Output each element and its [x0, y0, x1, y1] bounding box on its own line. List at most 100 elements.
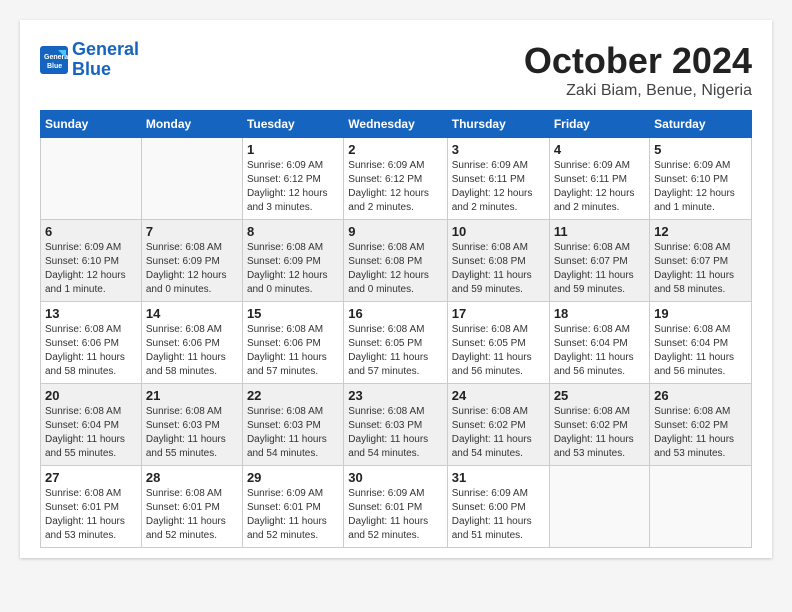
- day-info: Sunrise: 6:08 AM Sunset: 6:06 PM Dayligh…: [45, 323, 137, 379]
- week-row-5: 27 Sunrise: 6:08 AM Sunset: 6:01 PM Dayli…: [41, 466, 752, 548]
- weekday-header-tuesday: Tuesday: [242, 111, 343, 138]
- day-number: 6: [45, 224, 137, 239]
- calendar-cell: 11Sunrise: 6:08 AM Sunset: 6:07 PM Dayli…: [549, 220, 649, 302]
- day-info: Sunrise: 6:09 AM Sunset: 6:12 PM Dayligh…: [247, 159, 339, 215]
- day-number: 16: [348, 306, 442, 321]
- day-number: 28: [146, 470, 238, 485]
- day-info: Sunrise: 6:08 AM Sunset: 6:02 PM Dayligh…: [452, 405, 545, 461]
- day-info: Sunrise: 6:08 AM Sunset: 6:05 PM Dayligh…: [452, 323, 545, 379]
- logo-line2: Blue: [72, 59, 111, 79]
- calendar-cell: 19 Sunrise: 6:08 AM Sunset: 6:04 PM Dayli…: [650, 302, 752, 384]
- day-number: 5: [654, 142, 747, 157]
- week-row-4: 20Sunrise: 6:08 AM Sunset: 6:04 PM Dayli…: [41, 384, 752, 466]
- calendar-cell: 20Sunrise: 6:08 AM Sunset: 6:04 PM Dayli…: [41, 384, 142, 466]
- logo-text: General Blue: [72, 40, 139, 80]
- calendar-cell: 21 Sunrise: 6:08 AM Sunset: 6:03 PM Dayli…: [141, 384, 242, 466]
- day-info: Sunrise: 6:08 AM Sunset: 6:03 PM Dayligh…: [247, 405, 339, 461]
- calendar-cell: 1 Sunrise: 6:09 AM Sunset: 6:12 PM Daylig…: [242, 138, 343, 220]
- logo: General Blue General Blue: [40, 40, 139, 80]
- calendar-cell: 17 Sunrise: 6:08 AM Sunset: 6:05 PM Dayli…: [447, 302, 549, 384]
- day-number: 29: [247, 470, 339, 485]
- day-number: 26: [654, 388, 747, 403]
- day-number: 21: [146, 388, 238, 403]
- calendar-cell: 9 Sunrise: 6:08 AM Sunset: 6:08 PM Daylig…: [344, 220, 447, 302]
- day-info: Sunrise: 6:09 AM Sunset: 6:01 PM Dayligh…: [348, 487, 442, 543]
- day-number: 2: [348, 142, 442, 157]
- week-row-1: 1 Sunrise: 6:09 AM Sunset: 6:12 PM Daylig…: [41, 138, 752, 220]
- day-number: 3: [452, 142, 545, 157]
- calendar-cell: 4 Sunrise: 6:09 AM Sunset: 6:11 PM Daylig…: [549, 138, 649, 220]
- calendar-cell: 24 Sunrise: 6:08 AM Sunset: 6:02 PM Dayli…: [447, 384, 549, 466]
- day-info: Sunrise: 6:08 AM Sunset: 6:02 PM Dayligh…: [554, 405, 645, 461]
- location: Zaki Biam, Benue, Nigeria: [524, 82, 752, 100]
- day-info: Sunrise: 6:08 AM Sunset: 6:08 PM Dayligh…: [348, 241, 442, 297]
- calendar-cell: 10 Sunrise: 6:08 AM Sunset: 6:08 PM Dayli…: [447, 220, 549, 302]
- weekday-header-monday: Monday: [141, 111, 242, 138]
- day-info: Sunrise: 6:09 AM Sunset: 6:10 PM Dayligh…: [45, 241, 137, 297]
- weekday-header-wednesday: Wednesday: [344, 111, 447, 138]
- calendar-cell: 23Sunrise: 6:08 AM Sunset: 6:03 PM Dayli…: [344, 384, 447, 466]
- calendar-cell: 18Sunrise: 6:08 AM Sunset: 6:04 PM Dayli…: [549, 302, 649, 384]
- day-info: Sunrise: 6:08 AM Sunset: 6:03 PM Dayligh…: [146, 405, 238, 461]
- day-number: 12: [654, 224, 747, 239]
- week-row-2: 6 Sunrise: 6:09 AM Sunset: 6:10 PM Daylig…: [41, 220, 752, 302]
- weekday-header-saturday: Saturday: [650, 111, 752, 138]
- calendar-cell: 8Sunrise: 6:08 AM Sunset: 6:09 PM Daylig…: [242, 220, 343, 302]
- calendar-cell: [141, 138, 242, 220]
- weekday-header-row: SundayMondayTuesdayWednesdayThursdayFrid…: [41, 111, 752, 138]
- day-number: 15: [247, 306, 339, 321]
- day-info: Sunrise: 6:08 AM Sunset: 6:06 PM Dayligh…: [146, 323, 238, 379]
- day-number: 24: [452, 388, 545, 403]
- calendar-cell: 22 Sunrise: 6:08 AM Sunset: 6:03 PM Dayli…: [242, 384, 343, 466]
- day-number: 7: [146, 224, 238, 239]
- day-info: Sunrise: 6:09 AM Sunset: 6:11 PM Dayligh…: [452, 159, 545, 215]
- week-row-3: 13 Sunrise: 6:08 AM Sunset: 6:06 PM Dayli…: [41, 302, 752, 384]
- day-number: 1: [247, 142, 339, 157]
- calendar-cell: 31Sunrise: 6:09 AM Sunset: 6:00 PM Dayli…: [447, 466, 549, 548]
- calendar-cell: 13 Sunrise: 6:08 AM Sunset: 6:06 PM Dayli…: [41, 302, 142, 384]
- calendar-cell: 12 Sunrise: 6:08 AM Sunset: 6:07 PM Dayli…: [650, 220, 752, 302]
- page: General Blue General Blue October 2024 Z…: [20, 20, 772, 558]
- day-number: 10: [452, 224, 545, 239]
- month-title: October 2024: [524, 40, 752, 82]
- day-info: Sunrise: 6:09 AM Sunset: 6:01 PM Dayligh…: [247, 487, 339, 543]
- calendar-cell: 27 Sunrise: 6:08 AM Sunset: 6:01 PM Dayli…: [41, 466, 142, 548]
- day-info: Sunrise: 6:08 AM Sunset: 6:04 PM Dayligh…: [654, 323, 747, 379]
- day-number: 4: [554, 142, 645, 157]
- calendar-table: SundayMondayTuesdayWednesdayThursdayFrid…: [40, 110, 752, 548]
- calendar-cell: [549, 466, 649, 548]
- day-info: Sunrise: 6:08 AM Sunset: 6:08 PM Dayligh…: [452, 241, 545, 297]
- header: General Blue General Blue October 2024 Z…: [40, 40, 752, 100]
- calendar-cell: 28Sunrise: 6:08 AM Sunset: 6:01 PM Dayli…: [141, 466, 242, 548]
- calendar-cell: 26 Sunrise: 6:08 AM Sunset: 6:02 PM Dayli…: [650, 384, 752, 466]
- day-info: Sunrise: 6:09 AM Sunset: 6:12 PM Dayligh…: [348, 159, 442, 215]
- day-number: 18: [554, 306, 645, 321]
- day-number: 13: [45, 306, 137, 321]
- day-info: Sunrise: 6:08 AM Sunset: 6:01 PM Dayligh…: [45, 487, 137, 543]
- day-number: 25: [554, 388, 645, 403]
- day-info: Sunrise: 6:08 AM Sunset: 6:05 PM Dayligh…: [348, 323, 442, 379]
- day-info: Sunrise: 6:08 AM Sunset: 6:02 PM Dayligh…: [654, 405, 747, 461]
- day-number: 19: [654, 306, 747, 321]
- day-info: Sunrise: 6:08 AM Sunset: 6:04 PM Dayligh…: [45, 405, 137, 461]
- calendar-cell: [650, 466, 752, 548]
- calendar-cell: 25 Sunrise: 6:08 AM Sunset: 6:02 PM Dayli…: [549, 384, 649, 466]
- day-number: 30: [348, 470, 442, 485]
- day-info: Sunrise: 6:08 AM Sunset: 6:09 PM Dayligh…: [146, 241, 238, 297]
- day-number: 17: [452, 306, 545, 321]
- day-number: 22: [247, 388, 339, 403]
- logo-icon: General Blue: [40, 46, 68, 74]
- calendar-cell: 7 Sunrise: 6:08 AM Sunset: 6:09 PM Daylig…: [141, 220, 242, 302]
- day-number: 27: [45, 470, 137, 485]
- day-info: Sunrise: 6:08 AM Sunset: 6:07 PM Dayligh…: [654, 241, 747, 297]
- svg-text:Blue: Blue: [47, 63, 62, 70]
- day-info: Sunrise: 6:09 AM Sunset: 6:11 PM Dayligh…: [554, 159, 645, 215]
- day-number: 23: [348, 388, 442, 403]
- day-number: 11: [554, 224, 645, 239]
- weekday-header-thursday: Thursday: [447, 111, 549, 138]
- calendar-cell: [41, 138, 142, 220]
- logo-line1: General: [72, 39, 139, 59]
- calendar-cell: 2 Sunrise: 6:09 AM Sunset: 6:12 PM Daylig…: [344, 138, 447, 220]
- day-info: Sunrise: 6:09 AM Sunset: 6:00 PM Dayligh…: [452, 487, 545, 543]
- day-number: 9: [348, 224, 442, 239]
